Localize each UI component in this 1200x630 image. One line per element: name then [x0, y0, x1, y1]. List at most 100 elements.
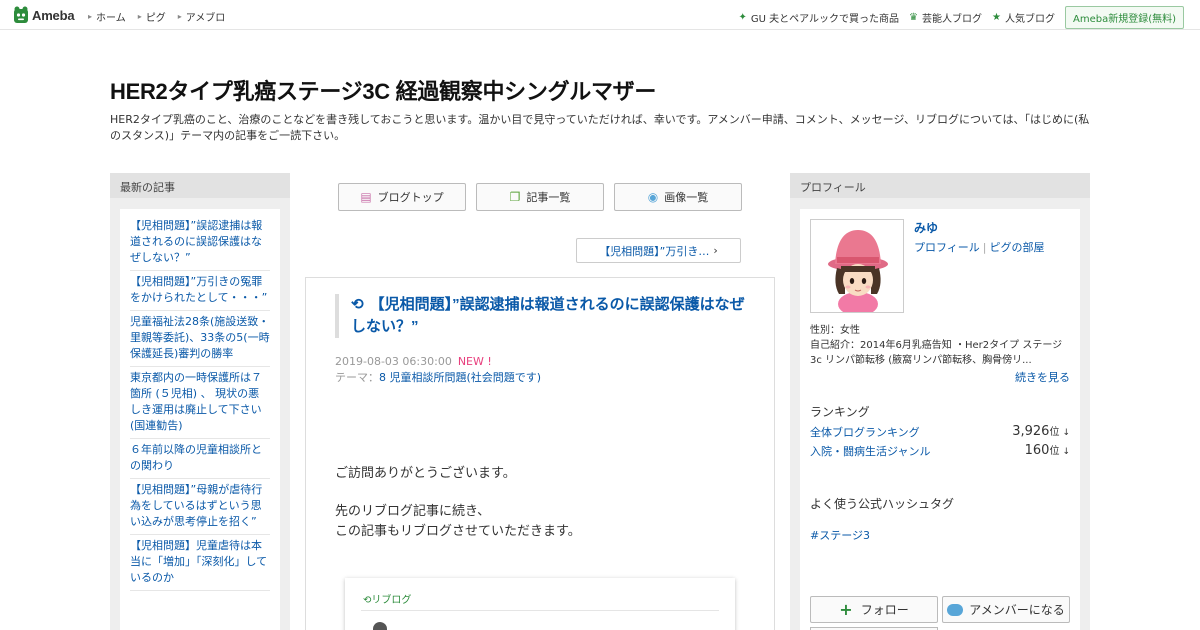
article-date: 2019-08-03 06:30:00 — [335, 355, 452, 368]
tab-blog-top[interactable]: ▤ ブログトップ — [338, 183, 466, 211]
recent-articles-panel: 最新の記事 【児相問題】”誤認逮捕は報道されるのに誤認保護はなぜしない？” 【児… — [110, 173, 290, 630]
ranking-genre-value: 160位 ↓ — [1025, 442, 1070, 458]
recent-articles-heading: 最新の記事 — [110, 173, 290, 198]
arrow-down-icon: ↓ — [1062, 428, 1070, 438]
logo-text: Ameba — [32, 7, 75, 23]
chevron-right-icon: › — [713, 244, 718, 257]
nav-ameblo-label: アメブロ — [185, 13, 226, 24]
avatar[interactable] — [810, 219, 904, 313]
trending-link[interactable]: ✦ GU 夫とペアルックで買った商品 — [739, 10, 900, 25]
follow-label: フォロー — [860, 603, 909, 617]
article-paragraph: ご訪問ありがとうございます。 — [335, 466, 516, 481]
rank-number: 160 — [1024, 443, 1050, 458]
reblog-author-avatar — [373, 622, 387, 630]
chevron-right-icon: ▸ — [88, 12, 93, 21]
theme-prefix: テーマ： — [335, 371, 379, 384]
rank-unit: 位 — [1049, 446, 1060, 457]
read-more-link[interactable]: 続きを見る — [1015, 369, 1070, 385]
crown-icon: ♛ — [909, 12, 919, 23]
article-meta: 2019-08-03 06:30:00 NEW ! テーマ：8 児童相談所問題(社… — [335, 354, 541, 386]
profile-links: プロフィール | ピグの部屋 — [914, 239, 1045, 255]
plus-icon: + — [839, 600, 853, 619]
star-icon: ★ — [992, 12, 1001, 23]
top-nav: ▸ ホーム ▸ ピグ ▸ アメブロ — [88, 9, 237, 24]
next-article-label: 【児相問題】”万引き… — [599, 244, 710, 258]
tab-article-list[interactable]: ❐ 記事一覧 — [476, 183, 604, 211]
recent-article-link[interactable]: 【児相問題】”誤認逮捕は報道されるのに誤認保護はなぜしない？” — [130, 215, 270, 271]
profile-sex: 性別：女性 — [810, 325, 860, 336]
link-separator: | — [982, 241, 987, 254]
article-paragraph: 先のリブログ記事に続き、 — [335, 504, 491, 519]
pigg-room-link[interactable]: ピグの部屋 — [990, 241, 1045, 254]
article-paragraph: この記事もリブログさせていただきます。 — [335, 524, 581, 539]
blog-title[interactable]: HER2タイプ乳癌ステージ3C 経過観察中シングルマザー — [110, 74, 656, 106]
reblog-icon: ⟲ — [351, 296, 364, 313]
tab-image-list[interactable]: ◉ 画像一覧 — [614, 183, 742, 211]
chevron-right-icon: ▸ — [137, 12, 142, 21]
follow-button[interactable]: + フォロー — [810, 596, 938, 623]
profile-panel: プロフィール みゆ プロフィール | ピグの部屋 性別：女性 自己紹介：2014… — [790, 173, 1090, 630]
top-header: Ameba ▸ ホーム ▸ ピグ ▸ アメブロ ✦ GU 夫とペアルックで買った商品 ♛… — [0, 0, 1200, 30]
article-title-block: ⟲ 【児相問題】”誤認逮捕は報道されるのに誤認保護はなぜしない？” — [335, 294, 745, 338]
profile-box: みゆ プロフィール | ピグの部屋 性別：女性 自己紹介：2014年6月乳癌告知 ・… — [800, 209, 1080, 630]
ranking-overall-value: 3,926位 ↓ — [1012, 423, 1070, 439]
celebrity-blog-label: 芸能人ブログ — [922, 14, 983, 25]
nav-pigg-label: ピグ — [145, 13, 166, 24]
reblog-card[interactable]: ⟲リブログ — [345, 578, 735, 630]
article-theme-link[interactable]: 8 児童相談所問題(社会問題です) — [379, 371, 541, 384]
ameba-logo[interactable]: Ameba — [13, 6, 75, 24]
ranking-overall-link[interactable]: 全体ブログランキング — [810, 424, 920, 440]
ranking-row: 全体ブログランキング 3,926位 ↓ — [810, 423, 1070, 439]
signup-button[interactable]: Ameba新規登録(無料) — [1064, 6, 1184, 29]
amember-label: アメンバーになる — [969, 603, 1065, 617]
ranking-heading: ランキング — [810, 405, 870, 419]
new-badge: NEW ! — [457, 355, 492, 368]
nav-home[interactable]: ▸ ホーム — [88, 9, 126, 24]
tab-blog-top-label: ブログトップ — [377, 191, 444, 204]
recent-article-link[interactable]: 東京都内の一時保護所は７箇所 (５児相) 、 現状の悪しき運用は廃止して下さい(… — [130, 367, 270, 439]
reblog-label: ⟲リブログ — [363, 591, 411, 606]
ranking-genre-link[interactable]: 入院・闘病生活ジャンル — [810, 443, 930, 459]
nav-pigg[interactable]: ▸ ピグ — [138, 9, 166, 24]
recent-article-link[interactable]: 児童福祉法28条(施設送致・里親等委託)、33条の5(一時保護延長)審判の勝率 — [130, 311, 270, 367]
recent-article-link[interactable]: 【児相問題】児童虐待は本当に「増加」「深刻化」しているのか — [130, 535, 270, 591]
trending-label: GU 夫とペアルックで買った商品 — [750, 14, 900, 25]
ameba-logo-icon — [14, 6, 28, 23]
recent-articles-list: 【児相問題】”誤認逮捕は報道されるのに誤認保護はなぜしない？” 【児相問題】”万… — [120, 209, 280, 630]
blog-description: HER2タイプ乳癌のこと、治療のことなどを書き残しておこうと思います。温かい目で… — [110, 113, 1090, 142]
camera-icon: ◉ — [647, 190, 659, 204]
document-icon: ▤ — [360, 190, 372, 204]
profile-intro: 自己紹介：2014年6月乳癌告知 ・Her2タイプ ステージ3c リンパ節転移 … — [810, 340, 1063, 366]
rank-number: 3,926 — [1012, 424, 1050, 439]
speech-bubble-icon — [947, 603, 964, 616]
reblog-label-text: リブログ — [371, 595, 412, 606]
popular-blog-label: 人気ブログ — [1004, 14, 1055, 25]
reblog-divider — [361, 610, 719, 611]
next-article-button[interactable]: 【児相問題】”万引き… › — [576, 238, 741, 263]
nav-ameblo[interactable]: ▸ アメブロ — [178, 9, 226, 24]
copy-icon: ❐ — [509, 190, 521, 204]
rank-unit: 位 — [1049, 427, 1060, 438]
celebrity-blog-link[interactable]: ♛ 芸能人ブログ — [909, 10, 982, 25]
hashtag-link[interactable]: #ステージ3 — [810, 527, 870, 543]
article-body: ご訪問ありがとうございます。 先のリブログ記事に続き、 この記事もリブログさせて… — [335, 464, 755, 542]
sparkle-icon: ✦ — [738, 12, 747, 23]
profile-link[interactable]: プロフィール — [914, 241, 980, 254]
article-title-link[interactable]: ⟲ 【児相問題】”誤認逮捕は報道されるのに誤認保護はなぜしない？” — [351, 296, 745, 335]
ranking-row: 入院・闘病生活ジャンル 160位 ↓ — [810, 442, 1070, 458]
article-title: 【児相問題】”誤認逮捕は報道されるのに誤認保護はなぜしない？” — [351, 296, 745, 335]
article-card: ⟲ 【児相問題】”誤認逮捕は報道されるのに誤認保護はなぜしない？” 2019-08… — [305, 277, 775, 630]
recent-article-link[interactable]: 【児相問題】”母親が虐待行為をしているはずという思い込みが思考停止を招く” — [130, 479, 270, 535]
avatar-illustration — [811, 220, 903, 312]
popular-blog-link[interactable]: ★ 人気ブログ — [992, 10, 1055, 25]
arrow-down-icon: ↓ — [1062, 447, 1070, 457]
recent-article-link[interactable]: ６年前以降の児童相談所との関わり — [130, 439, 270, 479]
amember-button[interactable]: アメンバーになる — [942, 596, 1070, 623]
profile-heading: プロフィール — [790, 173, 1090, 198]
hashtag-heading: よく使う公式ハッシュタグ — [810, 497, 955, 511]
tab-image-list-label: 画像一覧 — [664, 191, 709, 204]
profile-name[interactable]: みゆ — [914, 219, 938, 236]
recent-article-link[interactable]: 【児相問題】”万引きの冤罪をかけられたとして・・・” — [130, 271, 270, 311]
chevron-right-icon: ▸ — [177, 12, 182, 21]
top-right-links: ✦ GU 夫とペアルックで買った商品 ♛ 芸能人ブログ ★ 人気ブログ Ameba新規… — [739, 6, 1184, 29]
